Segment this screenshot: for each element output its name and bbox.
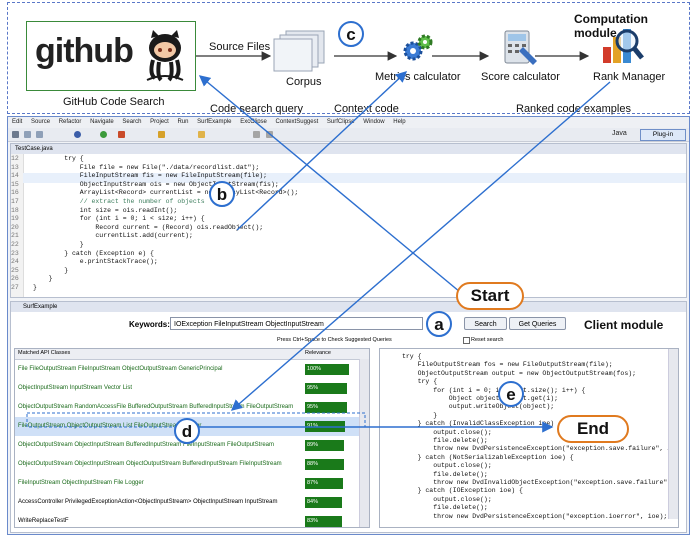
marker-b: b: [209, 181, 235, 207]
marker-a: a: [426, 311, 452, 337]
arrow-context-to-metrics: [236, 71, 408, 231]
marker-d: d: [174, 418, 200, 444]
start-label: Start: [456, 282, 524, 310]
arrow-query-to-github: [198, 75, 461, 293]
workflow-arrows: [26, 51, 611, 433]
arrow-ranked-to-client: [230, 81, 611, 411]
marker-e: e: [498, 381, 524, 407]
end-label: End: [557, 415, 629, 443]
